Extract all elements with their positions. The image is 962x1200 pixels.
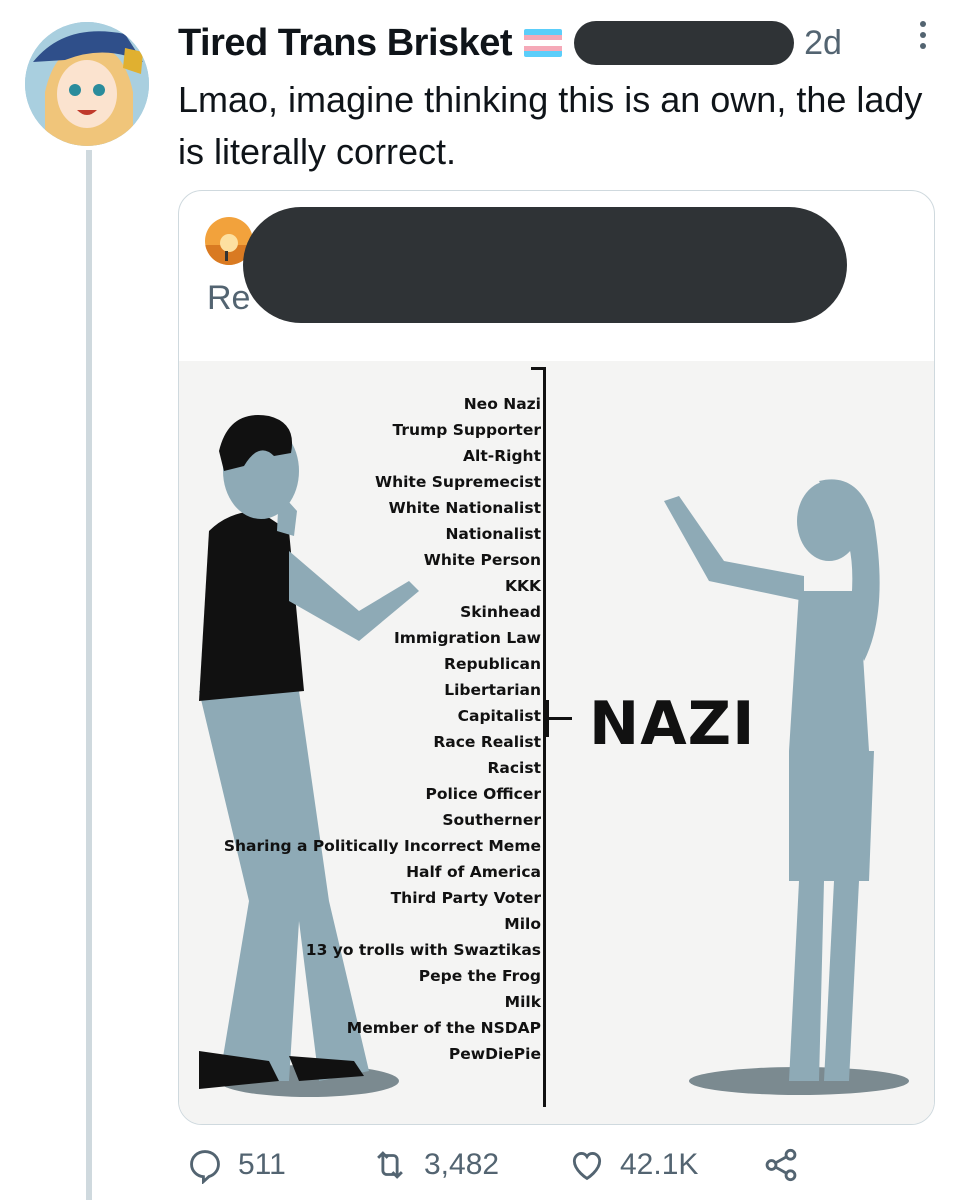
meme-label: Southerner [442, 811, 541, 829]
tweet-header: Tired Trans Brisket 2d [178, 18, 842, 68]
meme-label: Sharing a Politically Incorrect Meme [223, 837, 541, 855]
trans-flag-emoji [524, 29, 563, 57]
reply-icon [190, 1150, 220, 1184]
handle-redaction [574, 21, 795, 65]
meme-label: PewDiePie [448, 1045, 541, 1063]
avatar-image [25, 22, 149, 146]
meme-label: KKK [504, 577, 541, 595]
share-button[interactable] [762, 1140, 800, 1190]
meme-label: Police Officer [425, 785, 541, 803]
meme-divider-line [543, 367, 546, 1107]
retweet-icon [377, 1151, 403, 1179]
tweet-text: Lmao, imagine thinking this is an own, t… [178, 79, 923, 172]
quoted-reply-context: Re [207, 279, 251, 317]
meme-label: Skinhead [460, 603, 541, 621]
quoted-tweet[interactable]: Re Neo Nazi Trump Supporter Alt-Right Wh… [178, 190, 935, 1125]
author-name[interactable]: Tired Trans Brisket [178, 22, 513, 65]
share-icon [765, 1148, 797, 1182]
meme-label: Immigration Law [393, 629, 541, 647]
meme-label: Libertarian [444, 681, 541, 699]
meme-label: Third Party Voter [390, 889, 541, 907]
meme-label: White Person [423, 551, 541, 569]
like-count: 42.1K [620, 1148, 699, 1181]
meme-label-list: Neo Nazi Trump Supporter Alt-Right White… [179, 391, 541, 1067]
meme-result-label: NAZI [589, 689, 756, 759]
meme-label: 13 yo trolls with Swaztikas [305, 941, 541, 959]
meme-label: Republican [444, 655, 541, 673]
meme-label: Pepe the Frog [418, 967, 541, 985]
meme-image: Neo Nazi Trump Supporter Alt-Right White… [179, 361, 934, 1124]
meme-label: Milo [504, 915, 541, 933]
retweet-button[interactable]: 3,482 [370, 1140, 499, 1190]
meme-label: Half of America [406, 863, 541, 881]
meme-label: Milk [504, 993, 541, 1011]
meme-bracket-arm [546, 717, 572, 720]
heart-icon [572, 1152, 602, 1181]
meme-label: Capitalist [457, 707, 541, 725]
meme-label: Trump Supporter [392, 421, 541, 439]
meme-label: White Nationalist [388, 499, 541, 517]
tweet-action-bar: 511 3,482 42.1K [178, 1140, 818, 1190]
like-button[interactable]: 42.1K [568, 1140, 698, 1190]
meme-label: Nationalist [445, 525, 541, 543]
meme-label: White Supremecist [374, 473, 541, 491]
author-avatar[interactable] [25, 22, 149, 146]
meme-label: Alt-Right [463, 447, 541, 465]
tweet-timestamp[interactable]: 2d [804, 24, 842, 63]
meme-label: Race Realist [433, 733, 541, 751]
meme-label: Racist [487, 759, 541, 777]
quoted-header-redaction [243, 207, 847, 323]
meme-label: Neo Nazi [463, 395, 541, 413]
reply-button[interactable]: 511 [186, 1140, 286, 1190]
retweet-count: 3,482 [424, 1148, 500, 1181]
thread-line [86, 150, 92, 1200]
meme-label: Member of the NSDAP [346, 1019, 541, 1037]
more-vertical-icon[interactable] [918, 20, 928, 50]
reply-count: 511 [238, 1148, 286, 1181]
